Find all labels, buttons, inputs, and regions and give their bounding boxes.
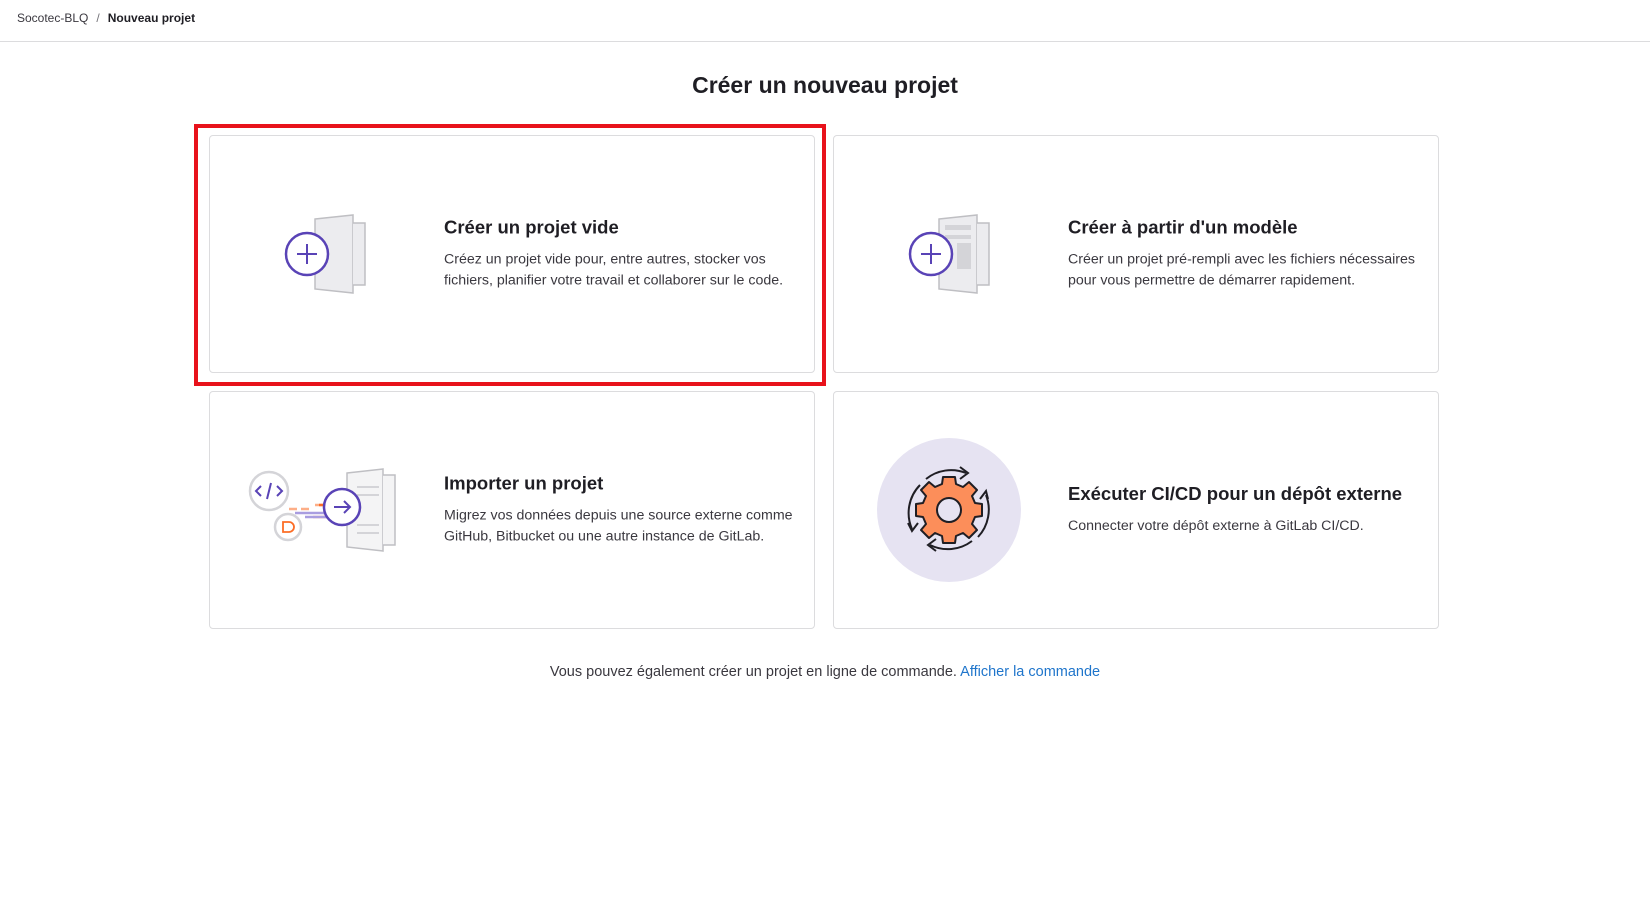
breadcrumb-current: Nouveau projet	[107, 11, 196, 25]
blank-project-description: Créez un projet vide pour, entre autres,…	[444, 251, 784, 289]
cicd-gear-icon	[834, 392, 1064, 628]
template-project-card[interactable]: Créer à partir d'un modèle Créer un proj…	[833, 135, 1439, 373]
import-project-text: Importer un projet Migrez vos données de…	[444, 473, 804, 548]
import-project-title: Importer un projet	[444, 472, 604, 494]
import-project-icon	[210, 392, 440, 628]
footer-text: Vous pouvez également créer un projet en…	[549, 664, 957, 680]
top-bar: Socotec-BLQ / Nouveau projet	[0, 0, 1650, 42]
breadcrumb-group-link[interactable]: Socotec-BLQ	[17, 11, 88, 25]
footer-note: Vous pouvez également créer un projet en…	[0, 664, 1650, 680]
breadcrumb-separator: /	[96, 11, 100, 25]
blank-project-title: Créer un projet vide	[444, 216, 619, 238]
cicd-external-repo-card[interactable]: Exécuter CI/CD pour un dépôt externe Con…	[833, 391, 1439, 629]
template-project-text: Créer à partir d'un modèle Créer un proj…	[1068, 217, 1428, 292]
blank-project-icon	[210, 136, 440, 372]
blank-project-text: Créer un projet vide Créez un projet vid…	[444, 217, 804, 292]
show-command-link[interactable]: Afficher la commande	[960, 664, 1100, 680]
cicd-external-repo-title: Exécuter CI/CD pour un dépôt externe	[1068, 483, 1403, 504]
page-title: Créer un nouveau projet	[692, 72, 958, 98]
import-project-card[interactable]: Importer un projet Migrez vos données de…	[209, 391, 815, 629]
breadcrumb: Socotec-BLQ / Nouveau projet	[17, 11, 195, 25]
blank-project-card[interactable]: Créer un projet vide Créez un projet vid…	[209, 135, 815, 373]
template-project-description: Créer un projet pré-rempli avec les fich…	[1068, 251, 1415, 289]
cicd-external-repo-description: Connecter votre dépôt externe à GitLab C…	[1068, 518, 1364, 534]
template-project-icon	[834, 136, 1064, 372]
template-project-title: Créer à partir d'un modèle	[1068, 216, 1298, 238]
cicd-external-repo-text: Exécuter CI/CD pour un dépôt externe Con…	[1068, 483, 1428, 537]
import-project-description: Migrez vos données depuis une source ext…	[444, 507, 793, 545]
